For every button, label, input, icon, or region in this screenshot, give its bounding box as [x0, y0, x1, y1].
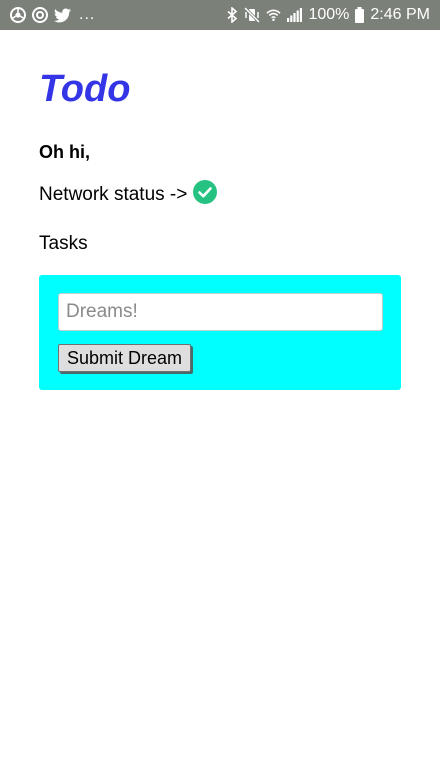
bluetooth-icon: [227, 7, 238, 23]
chrome-icon: [10, 7, 26, 23]
network-status-label: Network status ->: [39, 184, 188, 205]
status-bar-right: 100% 2:46 PM: [227, 6, 430, 24]
vibrate-mute-icon: [244, 7, 261, 23]
check-circle-icon: [193, 180, 218, 204]
battery-percent: 100%: [308, 6, 350, 23]
network-status-row: Network status ->: [39, 180, 218, 206]
greeting-text: Oh hi,: [39, 142, 90, 162]
battery-icon: [355, 7, 365, 23]
clock: 2:46 PM: [370, 6, 430, 23]
submit-dream-button[interactable]: Submit Dream: [58, 344, 192, 372]
tasks-heading: Tasks: [39, 233, 88, 254]
chrome-icon: [32, 7, 48, 23]
overflow-notifications: ...: [79, 6, 96, 23]
dream-input[interactable]: [58, 293, 383, 331]
status-bar: ... 100% 2:46 PM: [0, 0, 440, 30]
dream-form: Submit Dream: [39, 275, 401, 390]
twitter-bird-icon: [54, 7, 71, 23]
signal-icon: [287, 8, 303, 22]
status-bar-left: ...: [10, 6, 95, 24]
wifi-icon: [266, 8, 282, 22]
page-title: Todo: [39, 68, 131, 110]
